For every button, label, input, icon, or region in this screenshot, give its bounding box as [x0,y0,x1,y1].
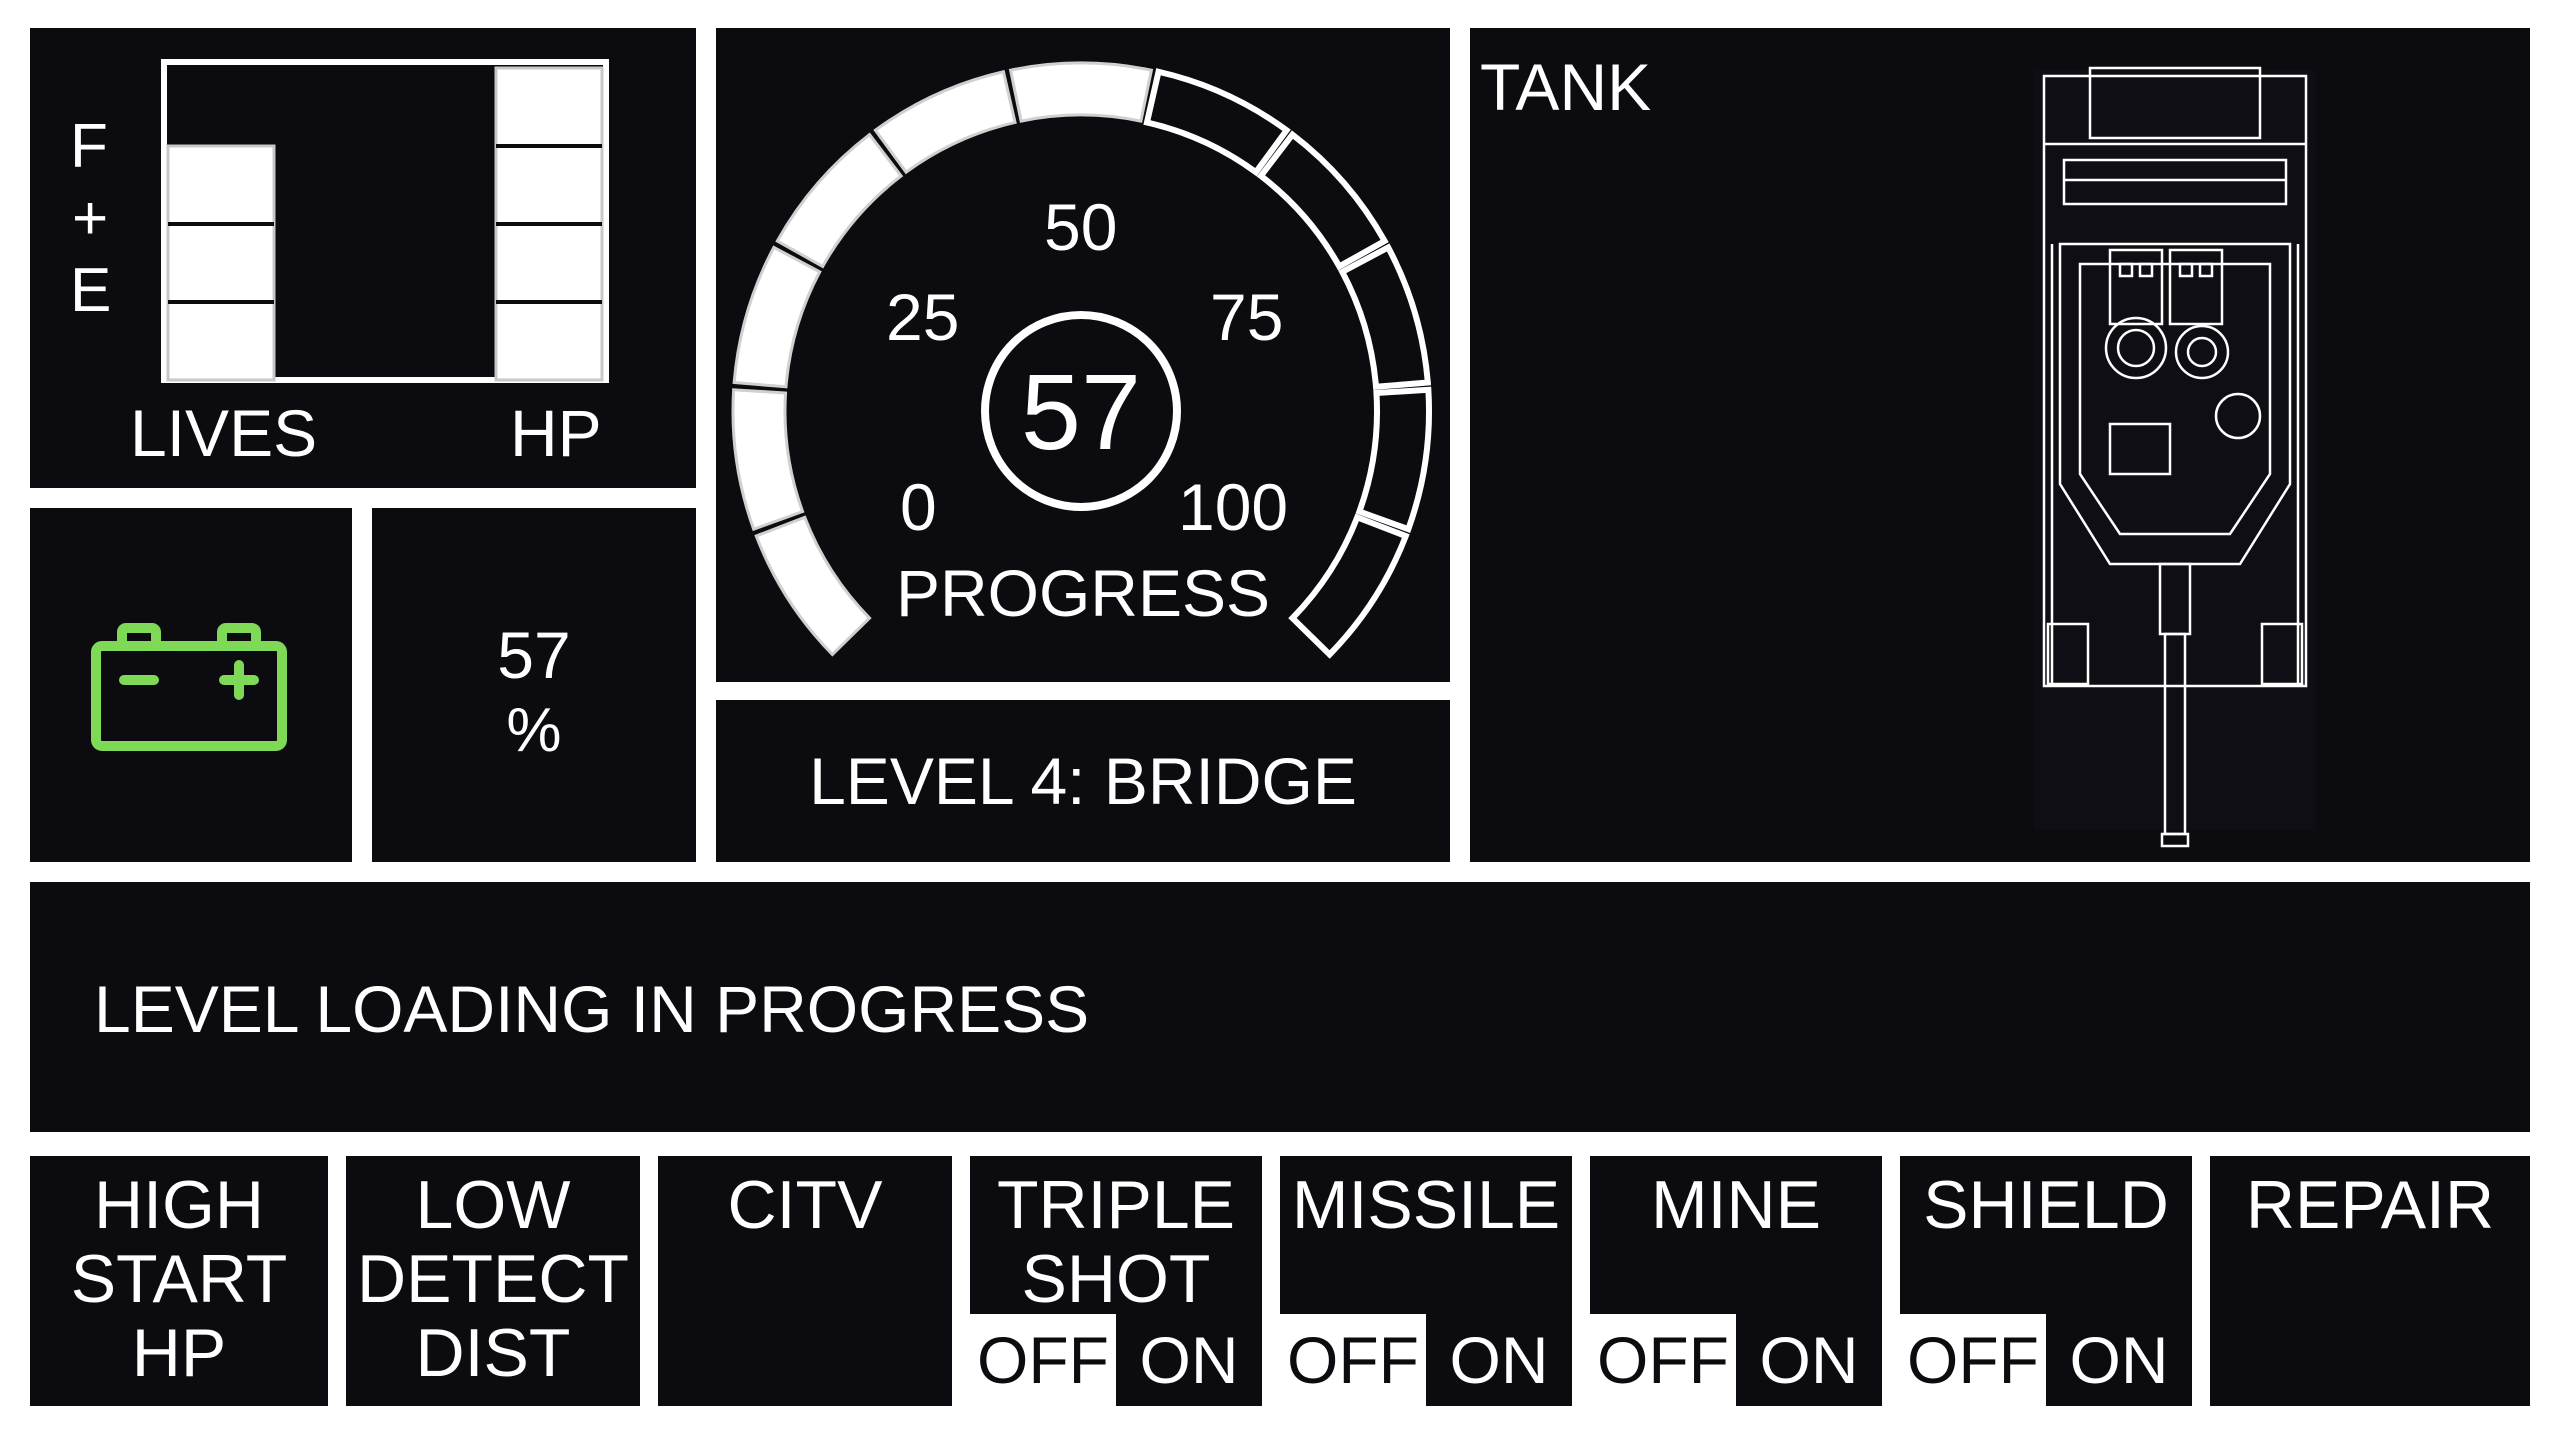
shield-on-option[interactable]: ON [2046,1314,2192,1406]
battery-percent-value: 57 [497,618,571,692]
gauge-segment [1256,130,1389,271]
shield-off-option[interactable]: OFF [1900,1314,2046,1406]
tank-top-view-icon [2034,66,2316,848]
gauge-segment [1143,68,1291,177]
level-panel: LEVEL 4: BRIDGE [716,700,1450,862]
repair-button[interactable]: REPAIR [2210,1156,2530,1406]
low-detect-dist-label: LOW DETECT DIST [357,1167,629,1391]
triple-shot-label: TRIPLE SHOT [996,1167,1236,1317]
missile-toggle[interactable]: OFF ON [1280,1314,1572,1406]
battery-panel [30,508,352,862]
tank-label: TANK [1480,50,1652,124]
high-start-hp-button[interactable]: HIGH START HP [30,1156,328,1406]
mine-button[interactable]: MINE OFF ON [1590,1156,1882,1406]
message-panel: LEVEL LOADING IN PROGRESS [30,882,2530,1132]
triple-shot-toggle[interactable]: OFF ON [970,1314,1262,1406]
battery-icon [91,623,287,751]
battery-percent-panel: 57 % [372,508,696,862]
gauge-segment [732,245,822,389]
low-detect-dist-button[interactable]: LOW DETECT DIST [346,1156,640,1406]
missile-label: MISSILE [1291,1167,1561,1243]
lives-hp-meter [161,59,609,383]
level-title: LEVEL 4: BRIDGE [809,744,1357,818]
triple-shot-off-option[interactable]: OFF [970,1314,1116,1406]
fe-letter-plus: + [72,184,109,253]
hp-label: HP [510,396,602,470]
gauge-tick-50: 50 [1044,190,1118,264]
repair-label: REPAIR [2245,1167,2495,1243]
status-message: LEVEL LOADING IN PROGRESS [94,972,1090,1046]
mine-label: MINE [1651,1167,1821,1243]
mine-toggle[interactable]: OFF ON [1590,1314,1882,1406]
fe-letter-e: E [70,256,112,325]
gauge-tick-100: 100 [1178,470,1289,544]
triple-shot-button[interactable]: TRIPLE SHOT OFF ON [970,1156,1262,1406]
gauge-tick-0: 0 [900,470,937,544]
citv-button[interactable]: CITV [658,1156,952,1406]
lives-label: LIVES [130,396,318,470]
fe-letter-f: F [70,112,108,181]
gauge-segment [873,69,1017,175]
high-start-hp-label: HIGH START HP [70,1167,288,1391]
mine-on-option[interactable]: ON [1736,1314,1882,1406]
gauge-tick-75: 75 [1210,280,1284,354]
gauge-label: PROGRESS [895,556,1271,630]
lives-hp-panel: F + E LIVES HP [30,28,696,488]
mine-off-option[interactable]: OFF [1590,1314,1736,1406]
gauge-segment [775,132,904,269]
citv-label: CITV [727,1167,883,1243]
missile-off-option[interactable]: OFF [1280,1314,1426,1406]
progress-gauge-panel: 0 25 50 75 100 57 PROGRESS [716,28,1450,682]
battery-percent-unit: % [506,696,562,765]
gauge-tick-25: 25 [886,280,960,354]
shield-button[interactable]: SHIELD OFF ON [1900,1156,2192,1406]
triple-shot-on-option[interactable]: ON [1116,1314,1262,1406]
gauge-segment [1008,61,1154,123]
shield-toggle[interactable]: OFF ON [1900,1314,2192,1406]
gauge-segment [1338,243,1432,391]
shield-label: SHIELD [1923,1167,2169,1243]
gauge-segment [1355,386,1432,534]
missile-on-option[interactable]: ON [1426,1314,1572,1406]
lives-cell-fill [166,144,276,382]
tank-panel: TANK [1470,28,2530,862]
missile-button[interactable]: MISSILE OFF ON [1280,1156,1572,1406]
gauge-value: 57 [1020,351,1142,472]
gauge-segment [731,388,805,532]
